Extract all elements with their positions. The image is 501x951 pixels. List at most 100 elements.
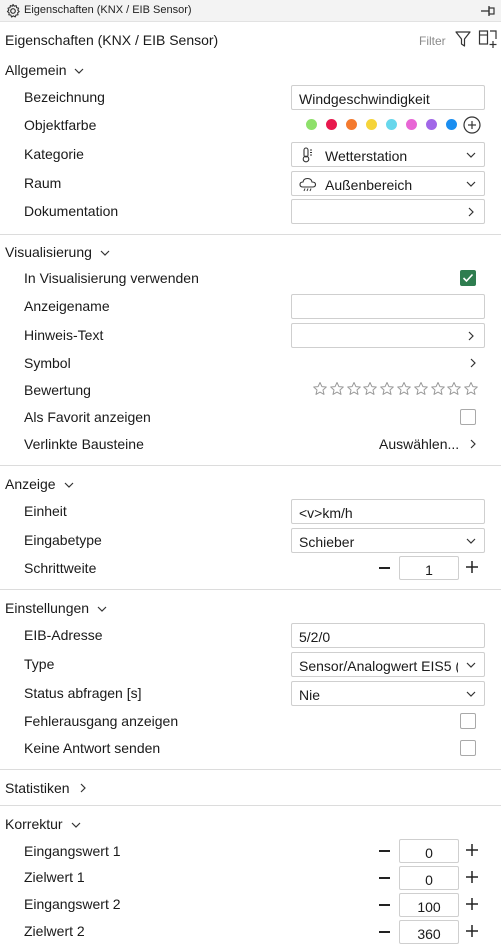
chevron-right-icon xyxy=(468,331,474,341)
in-visualisierung-checkbox[interactable] xyxy=(460,270,476,286)
chevron-right-icon[interactable] xyxy=(467,438,479,450)
raum-select[interactable]: Außenbereich xyxy=(291,171,485,196)
section-einstellungen-header[interactable]: Einstellungen xyxy=(5,600,107,616)
plus-icon[interactable] xyxy=(466,844,478,856)
anzeigename-label: Anzeigename xyxy=(24,298,110,314)
dokumentation-label: Dokumentation xyxy=(24,203,119,219)
eingabetype-value: Schieber xyxy=(299,534,355,550)
color-swatch-blue[interactable] xyxy=(446,119,457,130)
dokumentation-field[interactable] xyxy=(291,199,485,224)
zielwert-1-input[interactable]: 0 xyxy=(399,866,459,890)
section-divider xyxy=(0,465,501,466)
section-visualisierung-header[interactable]: Visualisierung xyxy=(5,244,110,260)
color-swatch-green[interactable] xyxy=(306,119,317,130)
chevron-down-icon xyxy=(100,250,110,256)
plus-icon[interactable] xyxy=(466,871,478,883)
kategorie-label: Kategorie xyxy=(24,146,84,162)
star-icon[interactable] xyxy=(329,381,345,397)
star-icon[interactable] xyxy=(463,381,479,397)
hinweis-text-field[interactable] xyxy=(291,323,485,348)
color-swatch-red[interactable] xyxy=(326,119,337,130)
star-icon[interactable] xyxy=(346,381,362,397)
plus-icon[interactable] xyxy=(466,898,478,910)
eingabetype-select[interactable]: Schieber xyxy=(291,528,485,553)
star-icon[interactable] xyxy=(362,381,378,397)
eib-adresse-label: EIB-Adresse xyxy=(24,627,103,643)
bewertung-label: Bewertung xyxy=(24,382,91,398)
eib-adresse-field[interactable]: 5/2/0 xyxy=(291,623,485,648)
plus-icon[interactable] xyxy=(466,925,478,937)
star-icon[interactable] xyxy=(446,381,462,397)
add-color-icon[interactable] xyxy=(463,116,481,134)
schrittweite-input[interactable]: 1 xyxy=(399,556,459,580)
kategorie-select[interactable]: Wetterstation xyxy=(291,142,485,167)
color-swatch-pink[interactable] xyxy=(406,119,417,130)
status-abfragen-label: Status abfragen [s] xyxy=(24,685,142,701)
minus-icon[interactable] xyxy=(379,877,390,879)
star-icon[interactable] xyxy=(430,381,446,397)
chevron-down-icon xyxy=(466,538,476,544)
eingangswert-1-input[interactable]: 0 xyxy=(399,839,459,863)
chevron-down-icon xyxy=(466,181,476,187)
favorit-checkbox[interactable] xyxy=(460,409,476,425)
favorit-label: Als Favorit anzeigen xyxy=(24,409,151,425)
hinweis-text-label: Hinweis-Text xyxy=(24,327,104,343)
section-allgemein-header[interactable]: Allgemein xyxy=(5,62,84,78)
chevron-down-icon xyxy=(466,691,476,697)
raum-label: Raum xyxy=(24,175,62,191)
status-abfragen-select[interactable]: Nie xyxy=(291,681,485,706)
filter-icon[interactable] xyxy=(455,30,471,48)
keine-antwort-checkbox[interactable] xyxy=(460,740,476,756)
bezeichnung-field[interactable]: Windgeschwindigkeit xyxy=(291,85,485,110)
eingangswert-2-stepper: 100 xyxy=(377,893,485,917)
star-icon[interactable] xyxy=(413,381,429,397)
anzeigename-field[interactable] xyxy=(291,294,485,319)
star-icon[interactable] xyxy=(396,381,412,397)
chevron-right-icon[interactable] xyxy=(467,357,479,369)
section-divider xyxy=(0,769,501,770)
chevron-down-icon xyxy=(466,662,476,668)
color-swatch-purple[interactable] xyxy=(426,119,437,130)
zielwert-1-label: Zielwert 1 xyxy=(24,869,85,885)
zielwert-2-stepper: 360 xyxy=(377,920,485,944)
eingangswert-2-input[interactable]: 100 xyxy=(399,893,459,917)
section-statistiken-header[interactable]: Statistiken xyxy=(5,780,88,796)
gear-icon xyxy=(6,3,20,18)
minus-icon[interactable] xyxy=(379,567,390,569)
plus-icon[interactable] xyxy=(466,561,478,573)
chevron-down-icon xyxy=(75,68,84,74)
star-icon[interactable] xyxy=(379,381,395,397)
minus-icon[interactable] xyxy=(379,904,390,906)
einheit-field[interactable]: <v>km/h xyxy=(291,499,485,524)
color-swatch-yellow[interactable] xyxy=(366,119,377,130)
field-chooser-icon[interactable] xyxy=(478,29,498,49)
section-statistiken-title: Statistiken xyxy=(5,780,70,796)
raum-value: Außenbereich xyxy=(325,177,413,193)
section-divider xyxy=(0,234,501,235)
in-visualisierung-label: In Visualisierung verwenden xyxy=(24,270,199,286)
section-einstellungen-title: Einstellungen xyxy=(5,600,90,616)
zielwert-2-value: 360 xyxy=(417,926,441,942)
section-korrektur-header[interactable]: Korrektur xyxy=(5,816,81,832)
check-icon xyxy=(462,273,474,283)
star-icon[interactable] xyxy=(312,381,328,397)
verlinkte-bausteine-select[interactable]: Auswählen... xyxy=(379,436,459,452)
schrittweite-value: 1 xyxy=(425,562,433,578)
weather-icon xyxy=(299,177,317,192)
fehlerausgang-checkbox[interactable] xyxy=(460,713,476,729)
color-swatch-cyan[interactable] xyxy=(386,119,397,130)
minus-icon[interactable] xyxy=(379,931,390,933)
minus-icon[interactable] xyxy=(379,850,390,852)
section-allgemein-title: Allgemein xyxy=(5,62,67,78)
section-anzeige-header[interactable]: Anzeige xyxy=(5,476,74,492)
pin-icon[interactable] xyxy=(480,4,496,18)
einheit-label: Einheit xyxy=(24,503,67,519)
eingangswert-2-label: Eingangswert 2 xyxy=(24,896,121,912)
zielwert-1-value: 0 xyxy=(425,872,433,888)
zielwert-2-input[interactable]: 360 xyxy=(399,920,459,944)
color-swatch-orange[interactable] xyxy=(346,119,357,130)
filter-label[interactable]: Filter xyxy=(419,34,446,48)
type-select[interactable]: Sensor/Analogwert EIS5 (DPT 9.xxx) xyxy=(291,652,485,677)
verlinkte-bausteine-label: Verlinkte Bausteine xyxy=(24,436,144,452)
thermometer-icon xyxy=(302,147,312,163)
